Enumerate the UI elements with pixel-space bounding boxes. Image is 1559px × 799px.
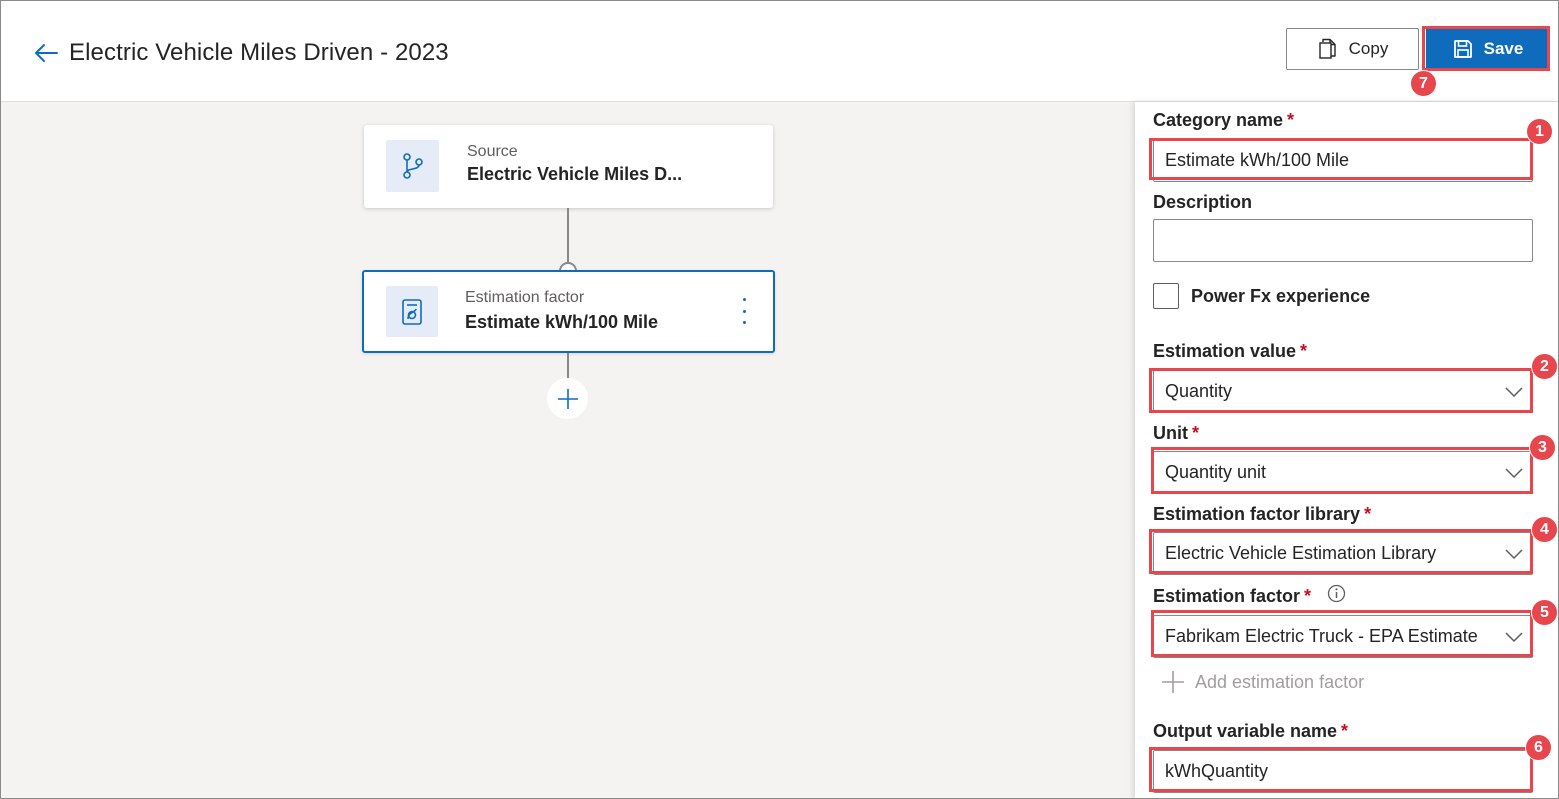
flow-canvas: Source Electric Vehicle Miles D... Estim… — [1, 102, 1135, 798]
source-node[interactable]: Source Electric Vehicle Miles D... — [364, 125, 773, 208]
description-label: Description — [1153, 192, 1253, 212]
step-badge-6: 6 — [1525, 734, 1552, 761]
step-badge-2: 2 — [1531, 353, 1558, 380]
add-step-button[interactable] — [547, 378, 588, 419]
category-name-input[interactable]: Estimate kWh/100 Mile — [1153, 139, 1533, 182]
library-dropdown[interactable]: Electric Vehicle Estimation Library — [1153, 532, 1533, 575]
back-button[interactable] — [31, 39, 61, 67]
copy-button[interactable]: Copy — [1286, 28, 1419, 70]
chevron-down-icon — [1496, 631, 1532, 642]
save-icon — [1453, 39, 1472, 58]
connector-line — [567, 353, 569, 380]
step-badge-4: 4 — [1531, 516, 1558, 543]
source-icon-tile — [386, 140, 439, 192]
plus-icon — [557, 388, 578, 409]
properties-panel: Category name * Estimate kWh/100 Mile 1 D… — [1135, 102, 1558, 798]
save-button[interactable]: Save — [1426, 29, 1549, 68]
step-badge-5: 5 — [1531, 599, 1558, 626]
source-node-name: Electric Vehicle Miles D... — [467, 164, 683, 184]
factor-label: Estimation factor * — [1153, 586, 1312, 606]
estimation-value-dropdown[interactable]: Quantity — [1153, 370, 1533, 413]
estimation-value-label: Estimation value * — [1153, 341, 1308, 361]
arrow-left-icon — [35, 44, 58, 62]
factor-dropdown[interactable]: Fabrikam Electric Truck - EPA Estimate — [1153, 615, 1533, 658]
save-label: Save — [1483, 38, 1524, 58]
more-options-icon[interactable] — [737, 298, 751, 324]
chevron-down-icon — [1496, 386, 1532, 397]
output-variable-input[interactable]: kWhQuantity — [1153, 750, 1533, 793]
description-input[interactable] — [1153, 219, 1533, 262]
estimation-node[interactable]: Estimation factor Estimate kWh/100 Mile — [362, 270, 775, 353]
step-badge-1: 1 — [1526, 118, 1553, 145]
output-variable-label: Output variable name * — [1153, 721, 1349, 741]
page-title: Electric Vehicle Miles Driven - 2023 — [69, 39, 449, 66]
estimation-factor-icon — [402, 298, 422, 325]
copy-label: Copy — [1348, 39, 1389, 58]
power-fx-checkbox[interactable] — [1153, 283, 1179, 309]
estimation-icon-tile — [386, 286, 438, 337]
category-name-label: Category name * — [1153, 110, 1295, 130]
estimation-node-kind: Estimation factor — [465, 289, 585, 306]
info-icon[interactable] — [1327, 584, 1346, 603]
unit-label: Unit * — [1153, 423, 1200, 443]
source-node-kind: Source — [467, 143, 518, 160]
power-fx-label: Power Fx experience — [1191, 286, 1371, 306]
chevron-down-icon — [1496, 467, 1532, 478]
step-badge-7: 7 — [1410, 70, 1437, 97]
add-estimation-factor-label: Add estimation factor — [1195, 671, 1365, 692]
copy-icon — [1318, 38, 1336, 59]
estimation-node-name: Estimate kWh/100 Mile — [465, 312, 659, 332]
branch-icon — [402, 153, 423, 179]
step-badge-3: 3 — [1529, 434, 1556, 461]
unit-dropdown[interactable]: Quantity unit — [1153, 451, 1533, 494]
plus-icon — [1162, 671, 1184, 693]
connector-line — [567, 208, 569, 263]
app-window: Electric Vehicle Miles Driven - 2023 Cop… — [0, 0, 1559, 799]
page-header: Electric Vehicle Miles Driven - 2023 Cop… — [1, 1, 1558, 102]
library-label: Estimation factor library * — [1153, 504, 1372, 524]
add-estimation-factor-button[interactable]: Add estimation factor — [1161, 670, 1364, 694]
chevron-down-icon — [1496, 548, 1532, 559]
